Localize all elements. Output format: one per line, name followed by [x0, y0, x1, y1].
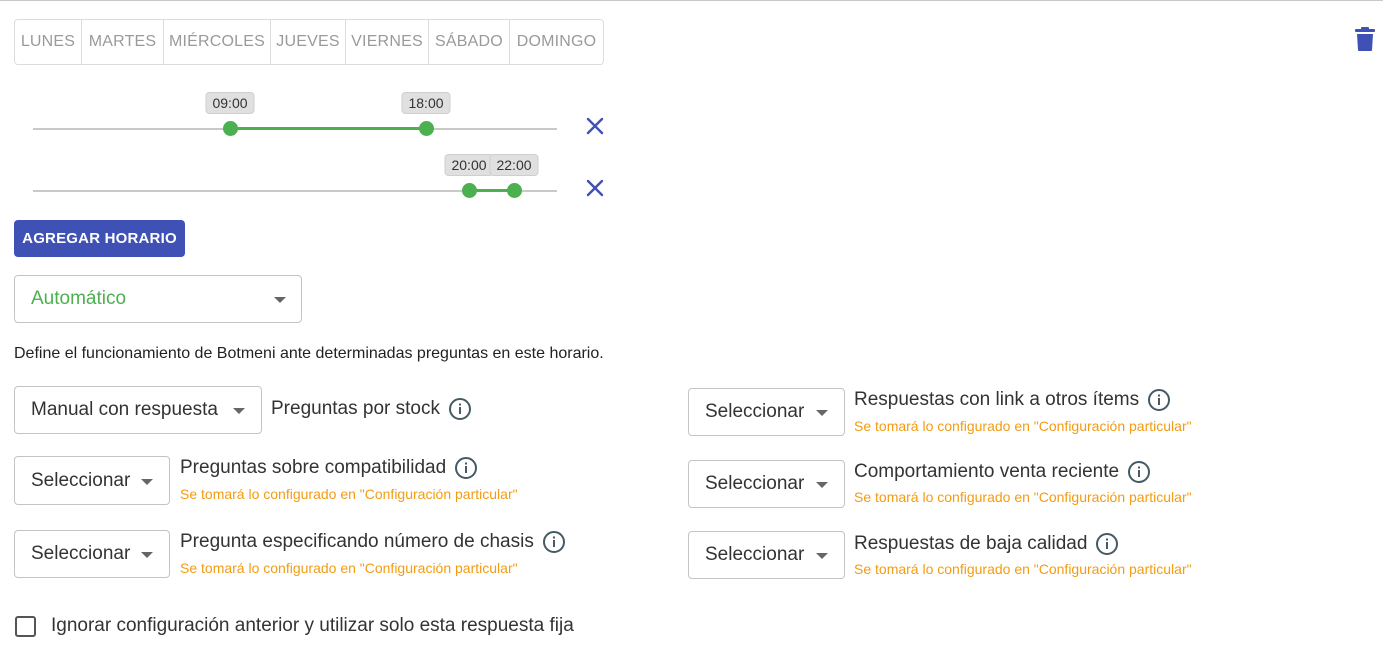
- rule-label-text: Comportamiento venta reciente: [854, 461, 1120, 482]
- rule-label-low-quality: Respuestas de baja calidad: [854, 532, 1119, 556]
- info-icon[interactable]: [448, 397, 472, 421]
- day-tab-viernes[interactable]: VIERNES: [346, 20, 429, 64]
- info-icon[interactable]: [1095, 532, 1119, 556]
- day-tab-jueves[interactable]: JUEVES: [271, 20, 346, 64]
- rule-label-links: Respuestas con link a otros ítems: [854, 388, 1171, 412]
- rule-label-text: Preguntas sobre compatibilidad: [180, 457, 447, 478]
- caret-down-icon: [141, 478, 153, 485]
- description-text: Define el funcionamiento de Botmeni ante…: [14, 345, 604, 362]
- rule-label-chassis: Pregunta especificando número de chasis: [180, 530, 566, 554]
- rule-label-text: Respuestas con link a otros ítems: [854, 389, 1140, 410]
- day-tab-lunes[interactable]: LUNES: [15, 20, 82, 64]
- close-icon[interactable]: [585, 116, 605, 136]
- select-value: Seleccionar: [31, 543, 131, 564]
- select-value: Seleccionar: [705, 473, 805, 494]
- select-value: Seleccionar: [705, 401, 805, 422]
- trash-icon[interactable]: [1354, 26, 1376, 52]
- caret-down-icon: [816, 482, 828, 488]
- config-note: Se tomará lo configurado en "Configuraci…: [854, 561, 1192, 577]
- fixed-answer-checkbox[interactable]: [15, 616, 36, 637]
- end-time-label: 18:00: [401, 92, 451, 114]
- day-tab-miercoles[interactable]: MIÉRCOLES: [164, 20, 271, 64]
- schedule-slider-2: 20:00 22:00: [33, 152, 557, 202]
- caret-down-icon: [274, 297, 286, 303]
- config-note: Se tomará lo configurado en "Configuraci…: [180, 486, 518, 502]
- select-value: Seleccionar: [705, 544, 805, 565]
- caret-down-icon: [816, 410, 828, 416]
- end-thumb[interactable]: [507, 183, 522, 198]
- config-note: Se tomará lo configurado en "Configuraci…: [854, 418, 1192, 434]
- caret-down-icon: [233, 408, 245, 414]
- start-time-label: 20:00: [444, 154, 494, 176]
- info-icon[interactable]: [1127, 460, 1151, 484]
- day-tab-martes[interactable]: MARTES: [82, 20, 164, 64]
- info-icon[interactable]: [454, 456, 478, 480]
- config-note: Se tomará lo configurado en "Configuraci…: [180, 560, 518, 576]
- select-value: Manual con respuesta: [31, 399, 218, 420]
- low-quality-select[interactable]: Seleccionar: [688, 531, 845, 579]
- link-answers-select[interactable]: Seleccionar: [688, 388, 845, 436]
- start-thumb[interactable]: [223, 121, 238, 136]
- day-tab-sabado[interactable]: SÁBADO: [429, 20, 510, 64]
- start-time-label: 09:00: [205, 92, 255, 114]
- rule-label-text: Respuestas de baja calidad: [854, 533, 1088, 554]
- add-schedule-button[interactable]: AGREGAR HORARIO: [14, 220, 185, 257]
- fixed-answer-checkbox-label[interactable]: Ignorar configuración anterior y utiliza…: [51, 615, 574, 637]
- schedule-slider-1: 09:00 18:00: [33, 90, 557, 140]
- rule-label-text: Preguntas por stock: [271, 398, 440, 419]
- end-time-label: 22:00: [489, 154, 539, 176]
- day-tabs: LUNES MARTES MIÉRCOLES JUEVES VIERNES SÁ…: [14, 19, 604, 65]
- close-icon[interactable]: [585, 178, 605, 198]
- chassis-select[interactable]: Seleccionar: [14, 530, 170, 578]
- recent-sale-select[interactable]: Seleccionar: [688, 460, 845, 508]
- select-value: Seleccionar: [31, 469, 131, 491]
- compatibility-select[interactable]: Seleccionar: [14, 456, 170, 505]
- rule-label-text: Pregunta especificando número de chasis: [180, 531, 534, 552]
- end-thumb[interactable]: [419, 121, 434, 136]
- top-divider: [0, 0, 1383, 1]
- mode-select[interactable]: Automático: [14, 275, 302, 323]
- caret-down-icon: [141, 552, 153, 558]
- config-note: Se tomará lo configurado en "Configuraci…: [854, 489, 1192, 505]
- stock-questions-select[interactable]: Manual con respuesta: [14, 386, 262, 434]
- mode-select-value: Automático: [31, 288, 127, 309]
- start-thumb[interactable]: [462, 183, 477, 198]
- slider-range: [230, 127, 427, 130]
- caret-down-icon: [816, 553, 828, 559]
- day-tab-domingo[interactable]: DOMINGO: [510, 20, 603, 64]
- rule-label-stock: Preguntas por stock: [271, 397, 472, 421]
- rule-label-recent-sale: Comportamiento venta reciente: [854, 460, 1151, 484]
- info-icon[interactable]: [1147, 388, 1171, 412]
- info-icon[interactable]: [542, 530, 566, 554]
- rule-label-compatibility: Preguntas sobre compatibilidad: [180, 456, 478, 480]
